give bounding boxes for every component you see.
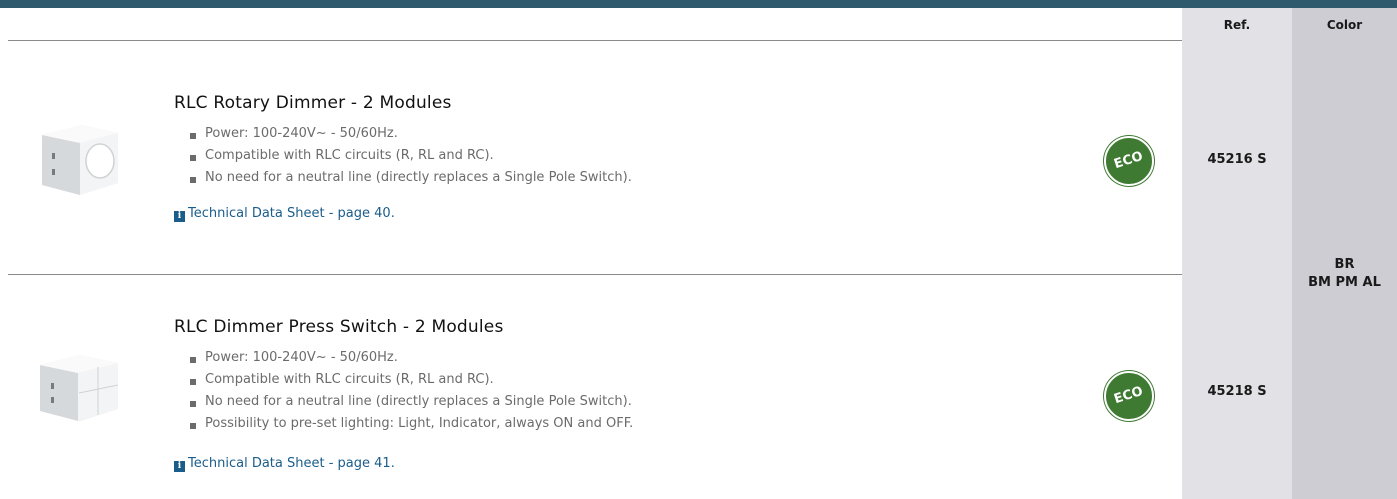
list-item: Compatible with RLC circuits (R, RL and … [190,145,632,167]
color-value-line: BM PM AL [1308,275,1381,290]
ref-value: 45218 S [1207,384,1267,399]
datasheet-link-suffix: . [390,206,395,221]
list-item: No need for a neutral line (directly rep… [190,167,632,189]
datasheet-link[interactable]: Technical Data Sheet - page 40 [188,206,391,221]
eco-badge-label: ECO [1112,148,1146,173]
color-column [1292,8,1397,499]
datasheet-link[interactable]: Technical Data Sheet - page 41 [188,456,391,471]
press-switch-image [40,355,119,421]
ref-value: 45216 S [1207,152,1267,167]
datasheet-row: i Technical Data Sheet - page 40. [174,206,395,222]
datasheet-link-suffix: . [390,456,395,471]
color-column-header: Color [1326,18,1363,32]
feature-list: Power: 100-240V~ - 50/60Hz. Compatible w… [190,347,633,435]
datasheet-row: i Technical Data Sheet - page 41. [174,456,395,472]
list-item: No need for a neutral line (directly rep… [190,391,633,413]
ref-column [1182,8,1292,499]
product-row: RLC Dimmer Press Switch - 2 Modules Powe… [0,275,1182,499]
list-item: Power: 100-240V~ - 50/60Hz. [190,123,632,145]
info-icon: i [174,211,185,222]
color-value-line: BR [1334,257,1355,272]
info-icon: i [174,461,185,472]
eco-badge: ECO [1104,136,1154,186]
ref-column-header: Ref. [1223,18,1251,32]
product-title: RLC Rotary Dimmer - 2 Modules [174,93,452,113]
product-row: RLC Rotary Dimmer - 2 Modules Power: 100… [0,41,1182,274]
rotary-dimmer-image [42,125,118,195]
list-item: Possibility to pre-set lighting: Light, … [190,413,633,435]
color-value: BR BM PM AL [1292,256,1397,292]
header-bar [0,0,1397,8]
feature-list: Power: 100-240V~ - 50/60Hz. Compatible w… [190,123,632,189]
product-title: RLC Dimmer Press Switch - 2 Modules [174,317,504,337]
eco-badge-label: ECO [1112,383,1146,408]
eco-badge: ECO [1104,371,1154,421]
list-item: Power: 100-240V~ - 50/60Hz. [190,347,633,369]
list-item: Compatible with RLC circuits (R, RL and … [190,369,633,391]
